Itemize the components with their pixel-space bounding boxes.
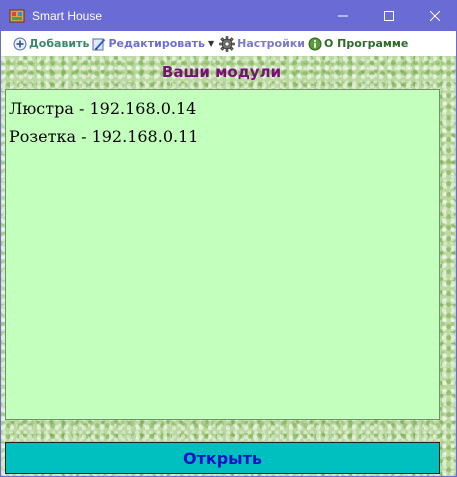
minimize-button[interactable] — [320, 0, 366, 31]
list-item[interactable]: Розетка - 192.168.0.11 — [9, 123, 436, 151]
minimize-icon — [338, 15, 348, 16]
edit-pencil-icon — [92, 38, 106, 50]
menu-about[interactable]: О Программе — [308, 37, 408, 51]
close-icon — [430, 10, 440, 21]
menu-bar: Добавить Редактировать ▼ Настройки О Про… — [1, 31, 456, 56]
info-circle-icon — [308, 37, 322, 50]
menu-settings-label: Настройки — [237, 37, 305, 50]
close-button[interactable] — [412, 0, 456, 31]
title-bar[interactable]: Smart House — [1, 0, 456, 31]
chevron-down-icon[interactable]: ▼ — [208, 39, 214, 48]
window-title: Smart House — [32, 8, 103, 23]
maximize-button[interactable] — [366, 0, 412, 31]
page-title: Ваши модули — [161, 63, 282, 81]
open-button[interactable]: Открыть — [5, 442, 440, 474]
app-window: Smart House Добавить Редактировать ▼ Нас… — [0, 0, 457, 477]
menu-edit[interactable]: Редактировать ▼ — [92, 37, 216, 51]
module-list[interactable]: Люстра - 192.168.0.14 Розетка - 192.168.… — [5, 89, 440, 420]
menu-edit-label: Редактировать — [108, 37, 205, 50]
app-logo-icon — [9, 8, 25, 24]
list-item[interactable]: Люстра - 192.168.0.14 — [9, 95, 436, 123]
maximize-icon — [384, 10, 394, 21]
menu-settings[interactable]: Настройки — [219, 35, 305, 52]
menu-about-label: О Программе — [324, 37, 409, 50]
menu-add[interactable]: Добавить — [13, 37, 89, 51]
gear-icon — [219, 35, 235, 52]
menu-add-label: Добавить — [29, 37, 90, 50]
plus-circle-icon — [13, 37, 27, 50]
